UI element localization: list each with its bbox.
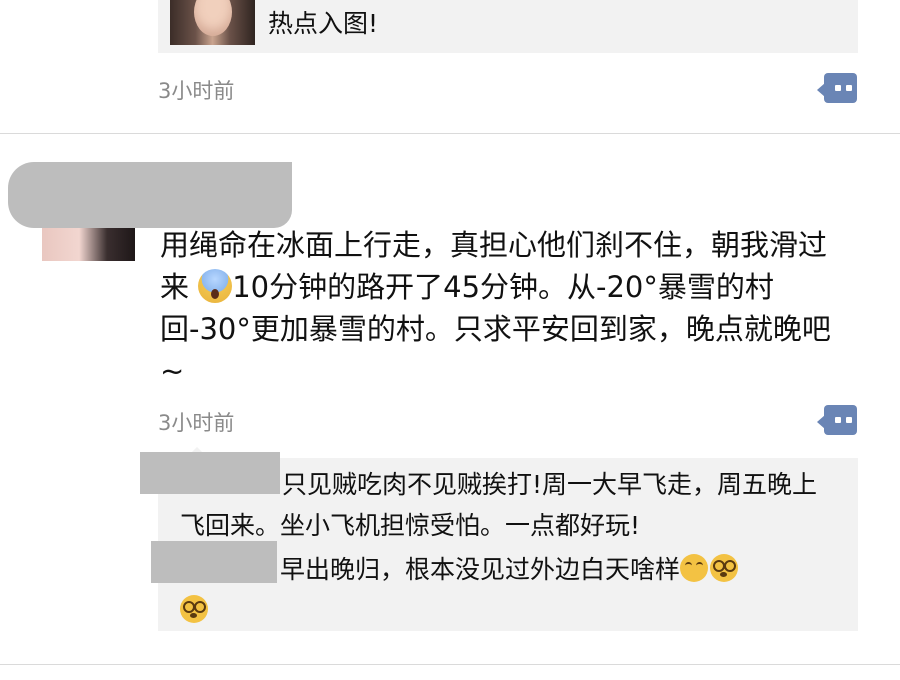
emoji-mouth: [720, 572, 728, 577]
comment-text: 早出晚归，根本没见过外边白天啥样: [280, 555, 681, 584]
comment-item[interactable]: 早出晚归，根本没见过外边白天啥样: [180, 549, 840, 631]
comment-bubble-icon[interactable]: [817, 405, 857, 435]
post-timestamp: 3小时前: [158, 79, 235, 103]
emoji-eye: [724, 560, 737, 572]
dizzy-face-icon: [710, 554, 739, 582]
shared-link-card[interactable]: [158, 0, 858, 53]
post-divider: [0, 664, 900, 665]
avatar-image: [42, 228, 135, 261]
post-timestamp: 3小时前: [158, 411, 235, 435]
face-screaming-in-fear-icon: [198, 269, 233, 303]
link-title[interactable]: 热点入图!: [268, 4, 378, 40]
bubble-tail: [817, 415, 825, 429]
bubble-dot: [835, 417, 841, 423]
redacted-commenter-name[interactable]: [151, 541, 277, 583]
avatar[interactable]: [42, 228, 135, 261]
post-body: 用绳命在冰面上行走，真担心他们刹不住，朝我滑过来 10分钟的路开了45分钟。从-…: [160, 224, 850, 392]
redacted-commenter-name[interactable]: [140, 452, 280, 494]
emoji-eye: [194, 601, 206, 613]
emoji-eye: [685, 562, 693, 569]
post-text-part2: 10分钟的路开了45分钟。从-20°暴雪的村回-30°更加暴雪的村。只求平安回到…: [160, 270, 831, 388]
emoji-mouth: [190, 613, 197, 618]
unamused-face-icon: [680, 554, 709, 582]
bubble-tail: [817, 83, 825, 97]
redacted-username: [8, 162, 292, 228]
post-divider: [0, 133, 900, 134]
link-thumbnail[interactable]: [170, 0, 255, 45]
emoji-eye: [696, 562, 704, 569]
bubble-dot: [835, 85, 841, 91]
bubble-dot: [846, 417, 852, 423]
bubble-dot: [846, 85, 852, 91]
dizzy-face-icon: [180, 595, 208, 623]
comment-bubble-icon[interactable]: [817, 73, 857, 103]
